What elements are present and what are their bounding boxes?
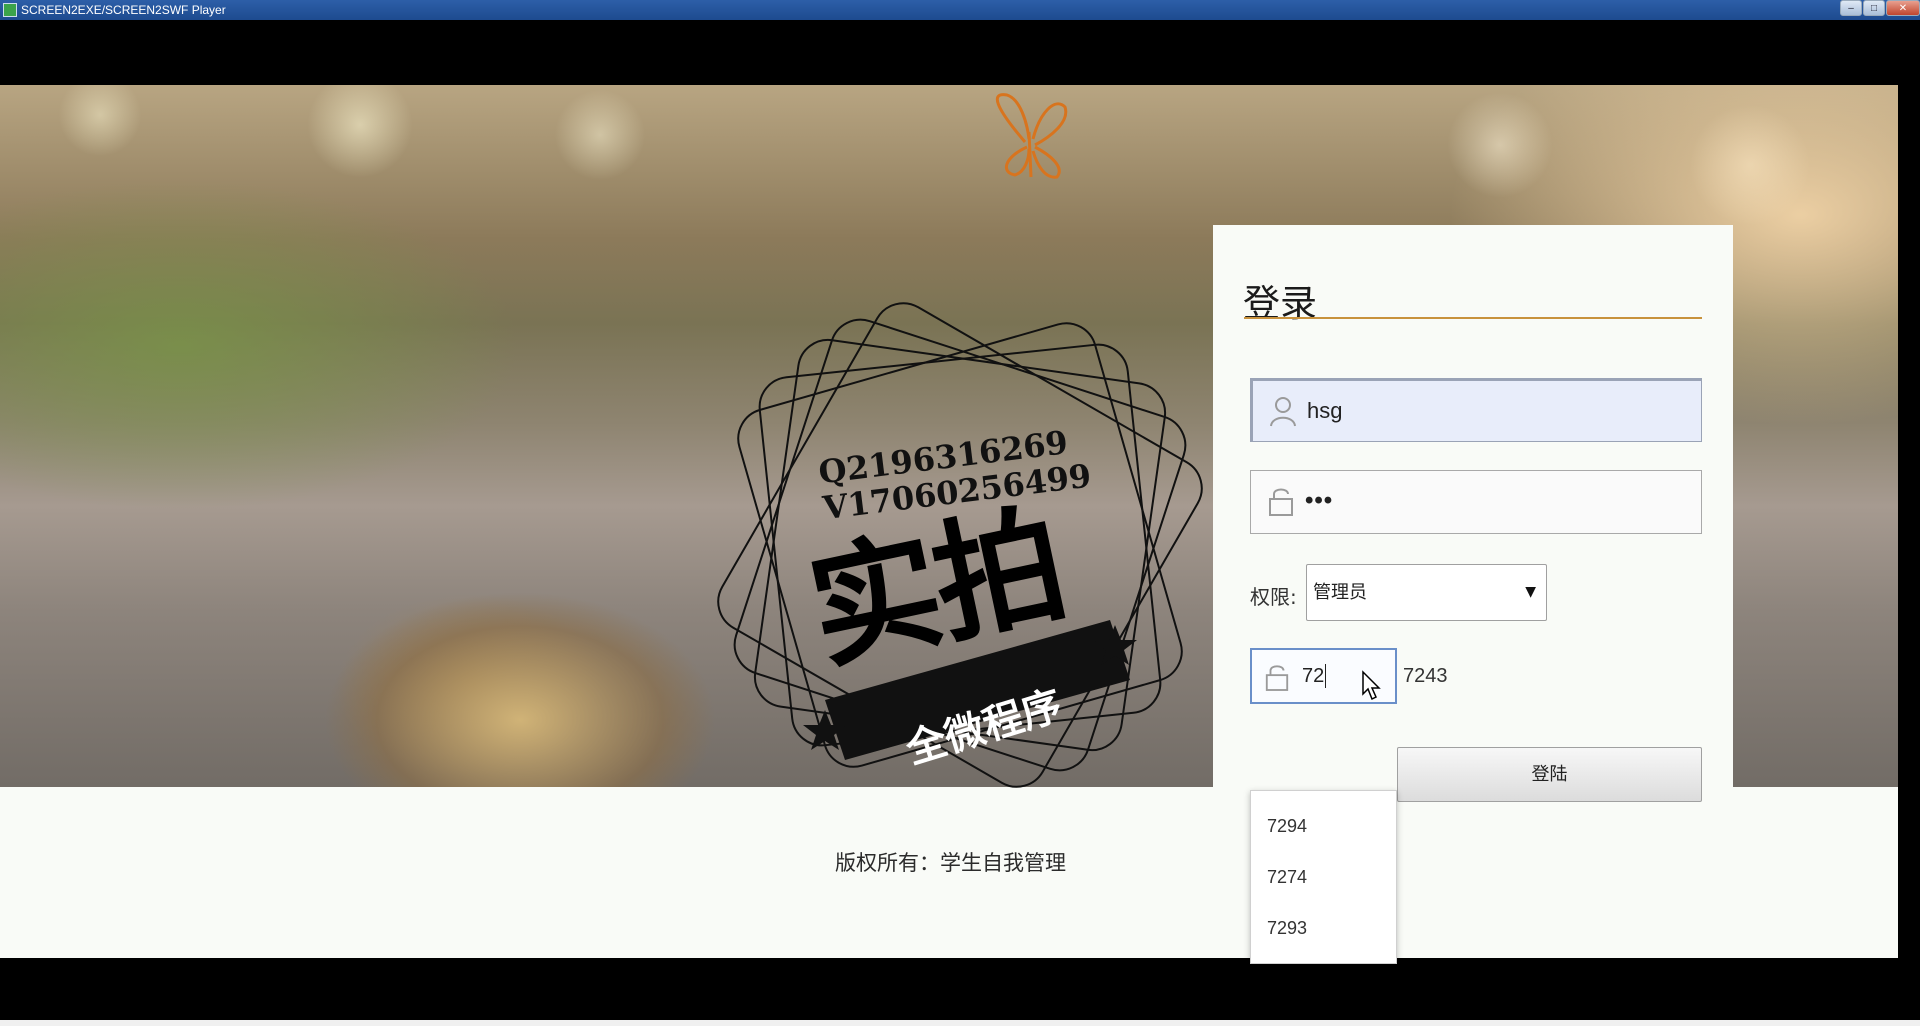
app-icon <box>3 3 17 17</box>
butterfly-icon <box>995 93 1068 179</box>
user-icon <box>1270 397 1296 427</box>
login-page: Q2196316269 V17060256499 实拍 全微程序 登录 hsg … <box>0 85 1898 964</box>
mouse-cursor-icon <box>1362 670 1381 701</box>
title-divider <box>1244 317 1702 319</box>
captcha-autocomplete-list: 7294 7274 7293 <box>1250 790 1397 964</box>
role-value: 管理员 <box>1313 582 1367 603</box>
login-button[interactable]: 登陆 <box>1397 747 1702 802</box>
window-title: SCREEN2EXE/SCREEN2SWF Player <box>21 3 226 17</box>
autocomplete-item[interactable]: 7294 <box>1251 801 1396 852</box>
lock-icon <box>1265 665 1289 691</box>
watermark-stamp: Q2196316269 V17060256499 实拍 全微程序 <box>715 300 1205 790</box>
password-input[interactable]: ••• <box>1250 470 1702 534</box>
password-value: ••• <box>1305 487 1334 514</box>
role-label: 权限: <box>1250 585 1297 609</box>
window-titlebar: SCREEN2EXE/SCREEN2SWF Player – □ ✕ <box>0 0 1920 20</box>
login-panel: 登录 hsg ••• 权限: 管理员 ▼ 72 7243 登陆 <box>1213 225 1733 802</box>
captcha-code[interactable]: 7243 <box>1403 650 1448 702</box>
captcha-value: 72 <box>1302 665 1325 687</box>
username-value: hsg <box>1307 398 1343 423</box>
close-button[interactable]: ✕ <box>1886 0 1920 16</box>
maximize-button[interactable]: □ <box>1863 0 1885 16</box>
copyright-text: 版权所有：学生自我管理 <box>835 851 1066 875</box>
player-status-strip <box>0 1020 1920 1026</box>
username-input[interactable]: hsg <box>1250 378 1702 442</box>
role-select[interactable]: 管理员 ▼ <box>1306 564 1547 621</box>
dropdown-arrow-icon: ▼ <box>1525 584 1536 600</box>
autocomplete-item[interactable]: 7274 <box>1251 852 1396 903</box>
text-caret <box>1325 664 1326 688</box>
window-controls: – □ ✕ <box>1839 0 1920 18</box>
minimize-button[interactable]: – <box>1840 0 1862 16</box>
lock-icon <box>1269 488 1293 516</box>
autocomplete-item[interactable]: 7293 <box>1251 903 1396 954</box>
